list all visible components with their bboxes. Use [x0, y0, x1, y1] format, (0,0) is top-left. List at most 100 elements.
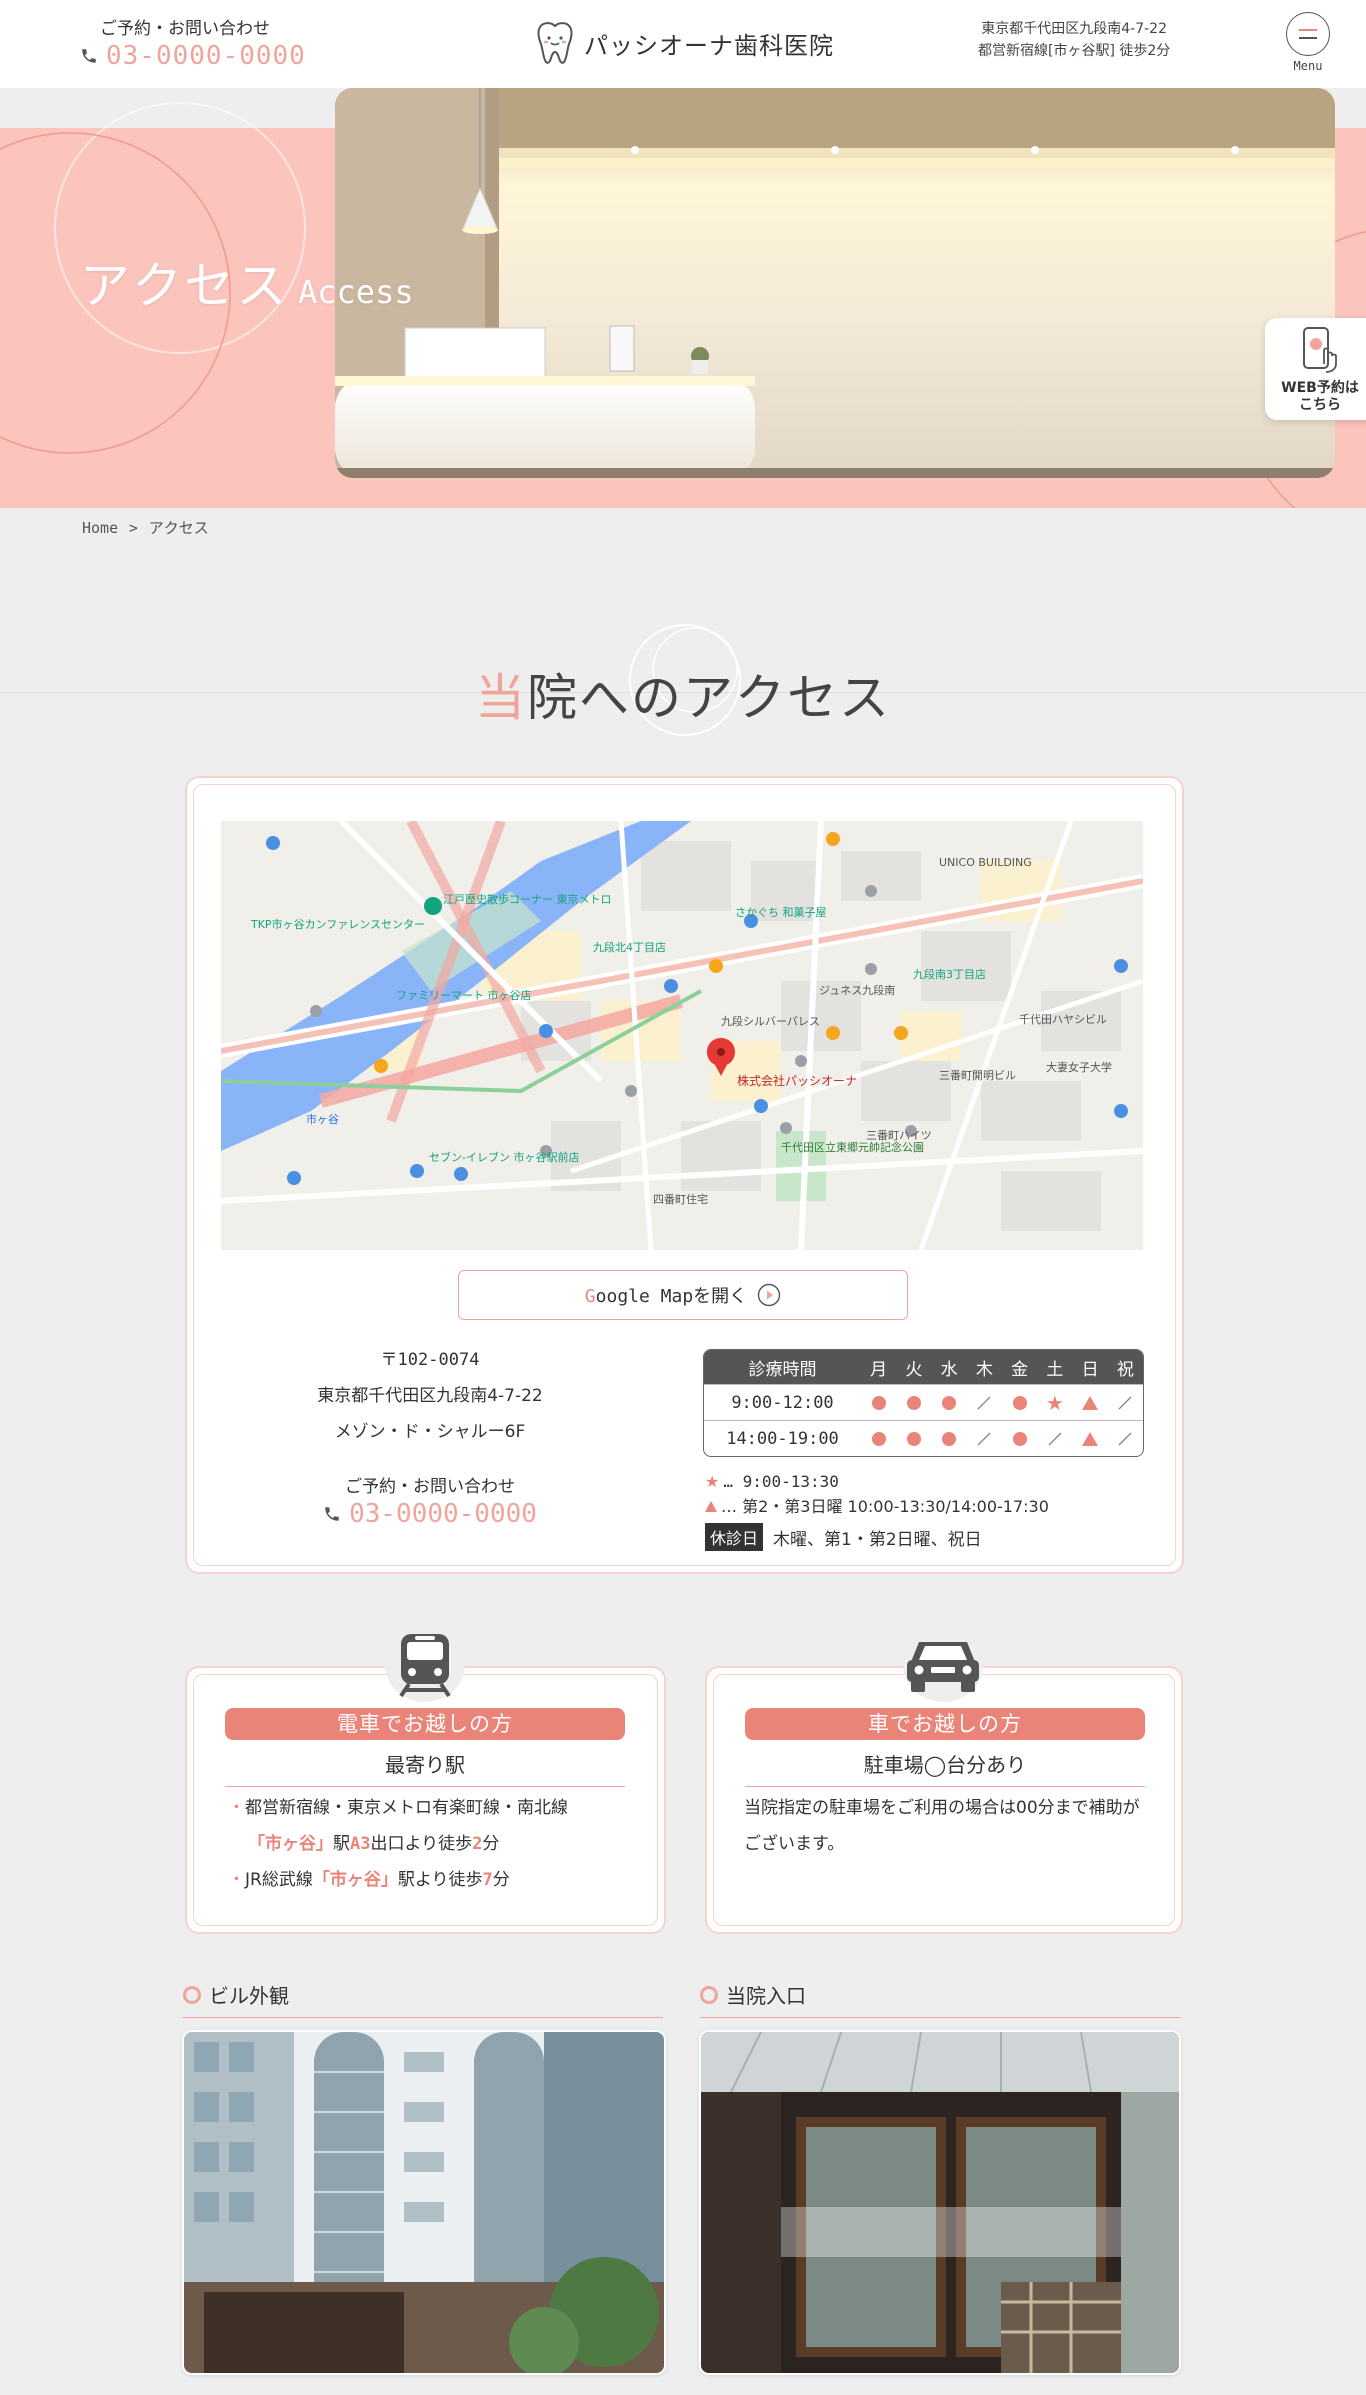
legend-triangle-row: … 第2・第3日曜 10:00-13:30/14:00-17:30: [705, 1494, 1049, 1519]
open-dot-icon: [1012, 1395, 1027, 1410]
hours-header-sun: 日: [1081, 1359, 1099, 1380]
header-phone-number[interactable]: 03-0000-0000: [106, 41, 306, 71]
open-dot-icon: [942, 1395, 957, 1410]
header-phone[interactable]: 03-0000-0000: [80, 41, 306, 71]
section-title-accent: 当: [475, 669, 527, 727]
header-contact: ご予約・お問い合わせ 03-0000-0000: [80, 14, 306, 71]
open-google-map-button[interactable]: Google Mapを開く: [458, 1270, 908, 1320]
hours-mark-thu: [967, 1421, 1002, 1456]
clinic-hours-table: 診療時間 月 火 水 木 金 土 日 祝 9:00-12:00 ★ 14:00-…: [703, 1349, 1144, 1457]
closed-days: 休診日 木曜、第1・第2日曜、祝日: [705, 1523, 982, 1551]
map-marker-label: 株式会社パッシオーナ: [737, 1073, 857, 1088]
section-title: 当院へのアクセス: [0, 658, 1366, 730]
hours-mark-wed: [932, 1385, 967, 1420]
open-dot-icon: [906, 1431, 921, 1446]
car-subtitle: 駐車場◯台分あり: [745, 1749, 1145, 1787]
hours-mark-sat: [1037, 1421, 1072, 1456]
closed-slash-icon: [1048, 1432, 1062, 1445]
legend-triangle-text: … 第2・第3日曜 10:00-13:30/14:00-17:30: [721, 1497, 1049, 1516]
header-address-line2: 都営新宿線[市ヶ谷駅] 徒歩2分: [978, 43, 1171, 59]
hours-mark-mon: [861, 1385, 896, 1420]
hours-header-mon: 月: [870, 1359, 888, 1380]
map-label-jeunesse: ジュネス九段南: [819, 983, 895, 997]
map-label-hayashi: 千代田ハヤシビル: [1019, 1013, 1107, 1026]
car-badge: 車でお越しの方: [745, 1708, 1145, 1740]
header-address: 東京都千代田区九段南4-7-22 都営新宿線[市ヶ谷駅] 徒歩2分: [978, 18, 1170, 62]
hero-title-jp: アクセス: [80, 257, 288, 315]
phone-icon: [82, 49, 96, 63]
gmap-button-first-letter: G: [584, 1286, 596, 1307]
hours-header-row: 診療時間 月 火 水 木 金 土 日 祝: [704, 1350, 1143, 1384]
map-label-edo: 江戸歴史散歩コーナー 東京メトロ: [443, 892, 612, 906]
hours-mark-sun: [1073, 1385, 1108, 1420]
hours-time-morning: 9:00-12:00: [731, 1392, 834, 1413]
hours-mark-sun: [1073, 1421, 1108, 1456]
site-header: ご予約・お問い合わせ 03-0000-0000 パッシオーナ歯科医院 東京都千代…: [0, 0, 1366, 88]
header-contact-label: ご予約・お問い合わせ: [100, 19, 270, 39]
breadcrumb-home[interactable]: Home: [82, 519, 118, 537]
circle-bullet-icon: [700, 1985, 718, 2004]
legend-star-row: ★ … 9:00-13:30: [705, 1469, 1049, 1494]
open-dot-icon: [871, 1431, 886, 1446]
train-badge: 電車でお越しの方: [225, 1708, 625, 1740]
map-label-711-kudan3: 九段南3丁目店: [913, 967, 986, 981]
clinic-address: 〒102-0074 東京都千代田区九段南4-7-22 メゾン・ド・シャルー6F: [270, 1342, 590, 1450]
contact-phone-number[interactable]: 03-0000-0000: [349, 1499, 537, 1529]
open-dot-icon: [906, 1395, 921, 1410]
map-label-711-kudan4: 九段北4丁目店: [593, 940, 666, 954]
postal-code: 〒102-0074: [380, 1350, 480, 1370]
hours-time-afternoon: 14:00-19:00: [726, 1428, 839, 1449]
gmap-button-label: oogle Mapを開く: [595, 1286, 748, 1307]
hours-legend: ★ … 9:00-13:30 … 第2・第3日曜 10:00-13:30/14:…: [705, 1469, 1049, 1519]
hero-title: アクセス Access: [80, 246, 414, 318]
google-map[interactable]: 株式会社パッシオーナ 市ヶ谷 九段北4丁目店 九段南3丁目店 千代田区立東郷元帥…: [221, 821, 1143, 1250]
site-logo[interactable]: パッシオーナ歯科医院: [534, 20, 834, 66]
phone-icon: [325, 1507, 339, 1521]
hours-header-fri: 金: [1011, 1359, 1029, 1380]
car-icon: [903, 1628, 983, 1702]
hours-row-afternoon: 14:00-19:00: [704, 1420, 1143, 1456]
map-label-711-station: セブン-イレブン 市ヶ谷駅前店: [429, 1150, 579, 1164]
hours-mark-wed: [932, 1421, 967, 1456]
hours-header-sat: 土: [1046, 1359, 1064, 1380]
entrance-photo-label: 当院入口: [700, 1980, 1180, 2018]
header-address-line1: 東京都千代田区九段南4-7-22: [981, 21, 1167, 37]
star-icon: ★: [705, 1472, 720, 1491]
map-label-otsuma: 大妻女子大学: [1046, 1060, 1112, 1074]
hours-mark-fri: [1002, 1385, 1037, 1420]
web-reserve-label[interactable]: WEB予約は こちら: [1265, 380, 1366, 414]
hours-mark-thu: [967, 1385, 1002, 1420]
hamburger-icon[interactable]: [1286, 12, 1330, 56]
map-graphic[interactable]: 株式会社パッシオーナ 市ヶ谷 九段北4丁目店 九段南3丁目店 千代田区立東郷元帥…: [221, 821, 1143, 1250]
map-label-kaimei: 三番町開明ビル: [939, 1069, 1016, 1082]
section-title-rest: 院へのアクセス: [527, 669, 891, 727]
map-label-kudan-silver: 九段シルバーパレス: [721, 1014, 820, 1028]
hours-mark-tue: [896, 1385, 931, 1420]
hours-mark-fri: [1002, 1421, 1037, 1456]
hours-mark-mon: [861, 1421, 896, 1456]
building-exterior-photo: [182, 2030, 666, 2375]
contact-phone[interactable]: 03-0000-0000: [270, 1499, 590, 1529]
hours-header-wed: 水: [940, 1359, 958, 1380]
hours-header-tue: 火: [905, 1359, 923, 1380]
star-icon: ★: [1045, 1390, 1064, 1415]
circle-bullet-icon: [183, 1985, 201, 2004]
building-photo-label: ビル外観: [183, 1980, 663, 2018]
hours-header-thu: 木: [975, 1359, 993, 1380]
hours-mark-holiday: [1108, 1421, 1143, 1456]
clinic-entrance-photo: [699, 2030, 1181, 2375]
car-parking-info: 当院指定の駐車場をご利用の場合は00分まで補助がございます。: [744, 1798, 1140, 1854]
breadcrumb: Home > アクセス: [82, 517, 209, 538]
web-reserve-button[interactable]: WEB予約は こちら: [1265, 318, 1366, 420]
hours-row-morning: 9:00-12:00 ★: [704, 1384, 1143, 1420]
entrance-label-text: 当院入口: [726, 1984, 806, 2008]
map-label-familymart: ファミリーマート 市ヶ谷店: [396, 988, 532, 1002]
address-line2: メゾン・ド・シャルー6F: [334, 1422, 526, 1442]
menu-button[interactable]: Menu: [1286, 12, 1330, 73]
triangle-icon: [1082, 1431, 1099, 1446]
map-label-sakaguchi: さかぐち 和菓子屋: [735, 906, 827, 919]
train-subtitle: 最寄り駅: [225, 1749, 625, 1787]
train-line3: ・JR総武線「市ヶ谷」駅より徒歩7分: [228, 1870, 510, 1890]
logo-text: パッシオーナ歯科医院: [584, 31, 834, 60]
hours-mark-tue: [896, 1421, 931, 1456]
